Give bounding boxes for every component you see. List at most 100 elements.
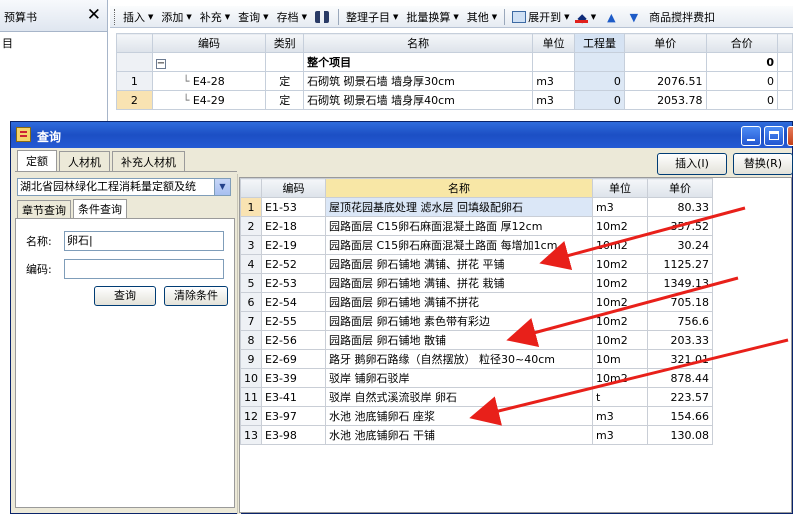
- price-cell[interactable]: 203.33: [647, 330, 713, 350]
- tree-root-item[interactable]: 目: [2, 35, 13, 51]
- result-row[interactable]: 7 E2-55 园路面层 卵石铺地 素色带有彩边 10m2 756.6: [240, 311, 713, 331]
- unit-cell[interactable]: m3: [592, 425, 648, 445]
- search-button[interactable]: 查询: [94, 286, 156, 306]
- unit-cell[interactable]: m3: [592, 197, 648, 217]
- unit-cell[interactable]: 10m: [592, 349, 648, 369]
- close-icon[interactable]: ✕: [87, 5, 101, 25]
- row-number[interactable]: 9: [240, 349, 262, 369]
- name-cell[interactable]: 园路面层 卵石铺地 满铺不拼花: [325, 292, 593, 312]
- toolbar-archive[interactable]: 存档 ▼: [273, 9, 311, 25]
- col-header-name[interactable]: 名称: [303, 33, 534, 53]
- code-cell[interactable]: └ E4-28: [151, 71, 267, 91]
- dialog-titlebar[interactable]: 查询: [11, 122, 793, 148]
- result-row[interactable]: 5 E2-53 园路面层 卵石铺地 满铺、拼花 栽铺 10m2 1349.13: [240, 273, 713, 293]
- toolbar-other[interactable]: 其他 ▼: [463, 9, 501, 25]
- row-number[interactable]: 1: [116, 71, 153, 91]
- unit-cell[interactable]: 10m2: [592, 273, 648, 293]
- code-cell[interactable]: E2-54: [261, 292, 326, 312]
- col-header-price[interactable]: 单价: [647, 178, 713, 198]
- unit-cell[interactable]: m3: [532, 71, 576, 91]
- code-input[interactable]: [64, 259, 224, 279]
- code-cell[interactable]: E2-69: [261, 349, 326, 369]
- name-cell[interactable]: 水池 池底铺卵石 座浆: [325, 406, 593, 426]
- col-header-total[interactable]: 合价: [705, 33, 779, 53]
- collapse-icon[interactable]: −: [155, 58, 166, 69]
- qty-cell[interactable]: 0: [574, 90, 625, 110]
- name-cell[interactable]: 园路面层 卵石铺地 散铺: [325, 330, 593, 350]
- price-cell[interactable]: 80.33: [647, 197, 713, 217]
- table-row[interactable]: 1 └ E4-28 定 石砌筑 砌景石墙 墙身厚30cm m3 0 2076.5…: [116, 71, 793, 91]
- unit-cell[interactable]: 10m2: [592, 235, 648, 255]
- price-cell[interactable]: 1349.13: [647, 273, 713, 293]
- chevron-down-icon[interactable]: ▼: [214, 179, 230, 195]
- tab-quota[interactable]: 定额: [17, 150, 57, 172]
- name-cell[interactable]: 园路面层 C15卵石麻面混凝土路面 厚12cm: [325, 216, 593, 236]
- row-number[interactable]: 7: [240, 311, 262, 331]
- name-cell[interactable]: 石砌筑 砌景石墙 墙身厚40cm: [303, 90, 534, 110]
- col-header-type[interactable]: 类别: [265, 33, 305, 53]
- section-row[interactable]: − 整个项目 0: [116, 52, 793, 72]
- price-cell[interactable]: 130.08: [647, 425, 713, 445]
- row-number[interactable]: 2: [116, 90, 153, 110]
- quota-library-select[interactable]: 湖北省园林绿化工程消耗量定额及统 ▼: [17, 178, 231, 196]
- row-number[interactable]: 6: [240, 292, 262, 312]
- name-cell[interactable]: 水池 池底铺卵石 干铺: [325, 425, 593, 445]
- row-number[interactable]: 11: [240, 387, 262, 407]
- maximize-button[interactable]: [764, 126, 784, 146]
- price-cell[interactable]: 2053.78: [623, 90, 707, 110]
- code-cell[interactable]: E3-41: [261, 387, 326, 407]
- col-header-qty[interactable]: 工程量: [574, 33, 625, 53]
- row-number[interactable]: 4: [240, 254, 262, 274]
- row-number[interactable]: 3: [240, 235, 262, 255]
- col-header-price[interactable]: 单价: [623, 33, 707, 53]
- name-cell[interactable]: 路牙 鹅卵石路缘（自然摆放） 粒径30~40cm: [325, 349, 593, 369]
- row-number[interactable]: 10: [240, 368, 262, 388]
- tab-supplement-labor-material[interactable]: 补充人材机: [112, 151, 185, 171]
- toolbar-supplement[interactable]: 补充 ▼: [196, 9, 234, 25]
- name-cell[interactable]: 驳岸 自然式溪流驳岸 卵石: [325, 387, 593, 407]
- price-cell[interactable]: 357.52: [647, 216, 713, 236]
- code-cell[interactable]: E2-19: [261, 235, 326, 255]
- tab-labor-material[interactable]: 人材机: [59, 151, 110, 171]
- minimize-button[interactable]: [741, 126, 761, 146]
- result-row[interactable]: 4 E2-52 园路面层 卵石铺地 满铺、拼花 平铺 10m2 1125.27: [240, 254, 713, 274]
- name-input[interactable]: 卵石|: [64, 231, 224, 251]
- code-cell[interactable]: E3-39: [261, 368, 326, 388]
- code-cell[interactable]: E1-53: [261, 197, 326, 217]
- code-cell[interactable]: E2-18: [261, 216, 326, 236]
- row-number[interactable]: 13: [240, 425, 262, 445]
- col-header-unit[interactable]: 单位: [532, 33, 576, 53]
- code-cell[interactable]: └ E4-29: [151, 90, 267, 110]
- code-cell[interactable]: E2-55: [261, 311, 326, 331]
- result-row[interactable]: 8 E2-56 园路面层 卵石铺地 散铺 10m2 203.33: [240, 330, 713, 350]
- table-row[interactable]: 2 └ E4-29 定 石砌筑 砌景石墙 墙身厚40cm m3 0 2053.7…: [116, 90, 793, 110]
- result-row[interactable]: 11 E3-41 驳岸 自然式溪流驳岸 卵石 t 223.57: [240, 387, 713, 407]
- unit-cell[interactable]: 10m2: [592, 330, 648, 350]
- toolbar-add[interactable]: 添加 ▼: [157, 9, 195, 25]
- price-cell[interactable]: 705.18: [647, 292, 713, 312]
- move-down-button[interactable]: ▼: [623, 11, 645, 24]
- code-cell[interactable]: E2-52: [261, 254, 326, 274]
- toolbar-organize[interactable]: 整理子目 ▼: [342, 9, 402, 25]
- toolbar-grip[interactable]: [114, 8, 117, 25]
- unit-cell[interactable]: 10m2: [592, 311, 648, 331]
- unit-cell[interactable]: m3: [532, 90, 576, 110]
- row-number[interactable]: 8: [240, 330, 262, 350]
- unit-cell[interactable]: m3: [592, 406, 648, 426]
- row-number[interactable]: 12: [240, 406, 262, 426]
- unit-cell[interactable]: 10m2: [592, 368, 648, 388]
- toolbar-mixing-fee[interactable]: 商品搅拌费扣: [645, 9, 719, 25]
- row-number[interactable]: 5: [240, 273, 262, 293]
- price-cell[interactable]: 878.44: [647, 368, 713, 388]
- name-cell[interactable]: 园路面层 卵石铺地 满铺、拼花 平铺: [325, 254, 593, 274]
- tab-condition-query[interactable]: 条件查询: [73, 199, 127, 219]
- toolbar-insert[interactable]: 插入 ▼: [119, 9, 157, 25]
- row-number[interactable]: 2: [240, 216, 262, 236]
- result-row[interactable]: 3 E2-19 园路面层 C15卵石麻面混凝土路面 每增加1cm 10m2 30.24: [240, 235, 713, 255]
- name-cell[interactable]: 园路面层 C15卵石麻面混凝土路面 每增加1cm: [325, 235, 593, 255]
- section-name[interactable]: 整个项目: [303, 52, 534, 72]
- price-cell[interactable]: 321.01: [647, 349, 713, 369]
- name-cell[interactable]: 园路面层 卵石铺地 素色带有彩边: [325, 311, 593, 331]
- type-cell[interactable]: 定: [265, 90, 305, 110]
- result-row[interactable]: 1 E1-53 屋顶花园基底处理 滤水层 回填级配卵石 m3 80.33: [240, 197, 713, 217]
